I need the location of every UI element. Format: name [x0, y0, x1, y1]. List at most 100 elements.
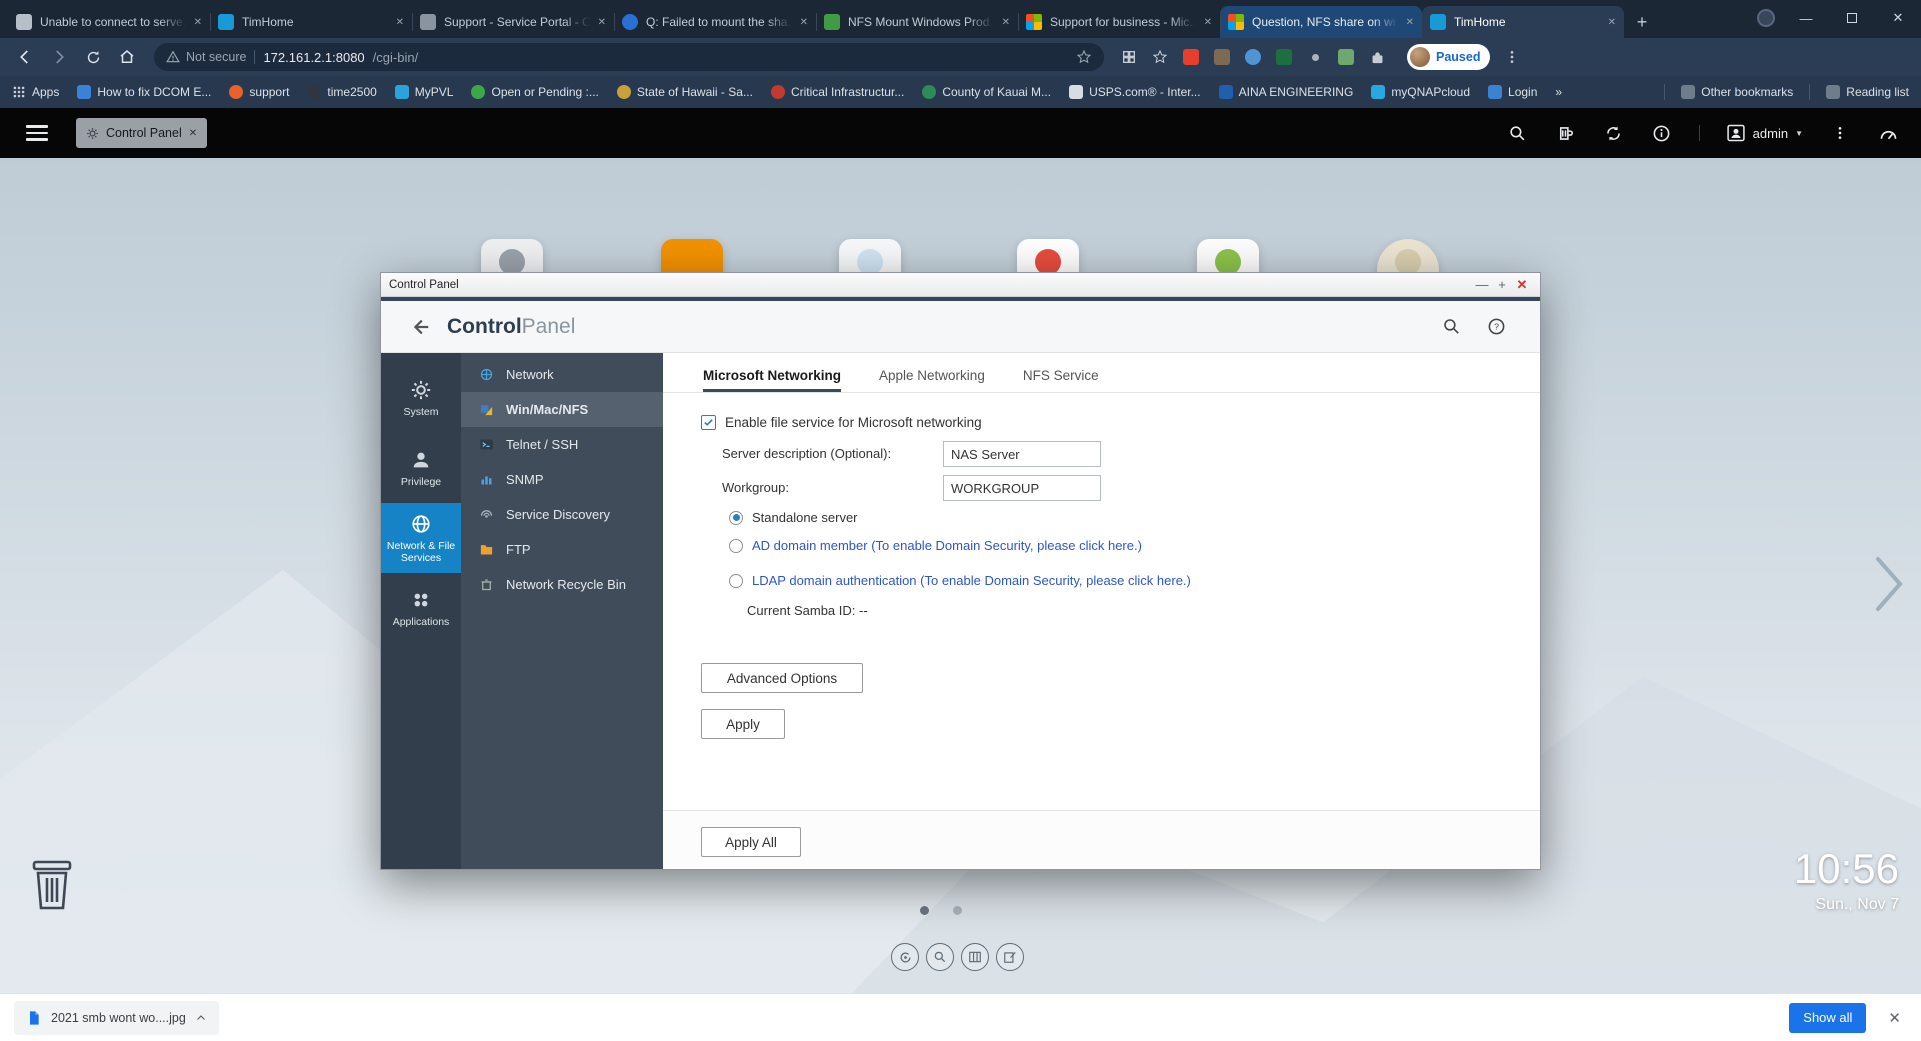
security-indicator[interactable]: Not secure [166, 50, 246, 64]
tab-close-icon[interactable]: ✕ [598, 17, 606, 28]
sidebar-item-applications[interactable]: Applications [381, 573, 461, 643]
background-tasks-icon[interactable] [1555, 122, 1577, 144]
menu-item-network[interactable]: Network [461, 357, 663, 392]
tab-nfs-service[interactable]: NFS Service [1023, 368, 1099, 392]
recycle-bin-icon[interactable] [28, 858, 76, 912]
dashboard-gauge-icon[interactable] [1877, 122, 1899, 144]
help-icon[interactable]: ? [1487, 317, 1506, 336]
acrobat-extension-icon[interactable] [1182, 48, 1200, 66]
server-description-input[interactable] [943, 441, 1101, 467]
browser-tab-active[interactable]: TimHome ✕ [1422, 6, 1624, 38]
bookmark-item[interactable]: support [229, 85, 289, 99]
forward-button[interactable] [44, 42, 74, 72]
reading-list-button[interactable]: Reading list [1826, 85, 1909, 99]
excel-extension-icon[interactable] [1275, 48, 1293, 66]
tab-close-icon[interactable]: ✕ [1406, 17, 1414, 28]
new-tab-button[interactable]: + [1628, 8, 1656, 36]
menu-item-snmp[interactable]: SNMP [461, 462, 663, 497]
bookmarks-overflow-chevron[interactable]: » [1555, 85, 1562, 99]
close-button[interactable]: ✕ [1512, 277, 1532, 293]
teams-extension-icon[interactable] [1244, 48, 1262, 66]
ldap-domain-label-link[interactable]: LDAP domain authentication (To enable Do… [752, 573, 1191, 588]
notifications-info-icon[interactable] [1651, 122, 1673, 144]
menu-item-win-mac-nfs[interactable]: Win/Mac/NFS [461, 392, 663, 427]
download-item[interactable]: 2021 smb wont wo....jpg [14, 1001, 219, 1035]
sidebar-item-privilege[interactable]: Privilege [381, 433, 461, 503]
standalone-server-radio[interactable] [729, 511, 743, 525]
menu-item-ftp[interactable]: FTP [461, 532, 663, 567]
menu-item-telnet-ssh[interactable]: Telnet / SSH [461, 427, 663, 462]
window-minimize-button[interactable]: — [1783, 0, 1829, 36]
search-icon[interactable] [1442, 317, 1461, 336]
wallet-extension-icon[interactable] [1213, 48, 1231, 66]
workgroup-input[interactable] [943, 475, 1101, 501]
reload-button[interactable] [78, 42, 108, 72]
bookmark-item[interactable]: USPS.com® - Inter... [1069, 85, 1201, 99]
menu-item-service-discovery[interactable]: Service Discovery [461, 497, 663, 532]
back-arrow-icon[interactable] [409, 316, 431, 338]
bookmark-item[interactable]: AINA ENGINEERING [1219, 85, 1354, 99]
apply-button[interactable]: Apply [701, 709, 785, 739]
bookmark-item[interactable]: Login [1488, 85, 1537, 99]
qnap-tab-close-icon[interactable]: ✕ [189, 128, 197, 139]
widgets-columns-icon[interactable] [961, 943, 989, 971]
menu-item-network-recycle-bin[interactable]: Network Recycle Bin [461, 567, 663, 602]
browser-tab[interactable]: Q: Failed to mount the sha... ✕ [614, 6, 816, 38]
bookmark-item[interactable]: MyPVL [395, 85, 454, 99]
more-options-icon[interactable] [1829, 122, 1851, 144]
sidebar-item-system[interactable]: System [381, 363, 461, 433]
tab-close-icon[interactable]: ✕ [396, 17, 404, 28]
caret-up-icon[interactable] [195, 1012, 207, 1024]
search-utility-icon[interactable] [926, 943, 954, 971]
extensions-puzzle-icon[interactable] [1368, 48, 1386, 66]
maximize-button[interactable]: + [1492, 277, 1512, 292]
minimize-button[interactable]: — [1472, 277, 1492, 292]
tab-apple-networking[interactable]: Apple Networking [879, 368, 985, 392]
photos-extension-icon[interactable] [1337, 48, 1355, 66]
tab-close-icon[interactable]: ✕ [1002, 17, 1010, 28]
star-extension-icon[interactable] [1151, 48, 1169, 66]
show-all-button[interactable]: Show all [1789, 1003, 1866, 1033]
browser-tab[interactable]: Support - Service Portal - C... ✕ [412, 6, 614, 38]
window-titlebar[interactable]: Control Panel — + ✕ [381, 273, 1540, 297]
main-menu-icon[interactable] [26, 125, 48, 141]
address-bar[interactable]: Not secure 172.161.2.1:8080/cgi-bin/ [154, 43, 1104, 71]
ldap-domain-radio[interactable] [729, 574, 743, 588]
chrome-menu-icon[interactable] [1503, 48, 1521, 66]
tab-microsoft-networking[interactable]: Microsoft Networking [703, 368, 841, 392]
search-icon[interactable] [1507, 122, 1529, 144]
enable-smb-checkbox[interactable] [701, 415, 716, 430]
bookmark-item[interactable]: State of Hawaii - Sa... [617, 85, 753, 99]
ad-domain-label-link[interactable]: AD domain member (To enable Domain Secur… [752, 538, 1142, 553]
back-button[interactable] [10, 42, 40, 72]
bookmark-item[interactable]: County of Kauai M... [922, 85, 1051, 99]
qsync-icon[interactable] [1603, 122, 1625, 144]
bookmark-item[interactable]: time2500 [307, 85, 376, 99]
advanced-options-button[interactable]: Advanced Options [701, 663, 863, 693]
sidebar-item-network-file-services[interactable]: Network & File Services [381, 503, 461, 573]
page-dot-active[interactable] [920, 906, 929, 915]
window-maximize-button[interactable] [1829, 0, 1875, 36]
qnap-app-tab-control-panel[interactable]: Control Panel ✕ [76, 118, 207, 148]
tab-close-icon[interactable]: ✕ [1204, 17, 1212, 28]
bookmark-item[interactable]: How to fix DCOM E... [77, 85, 211, 99]
apply-all-button[interactable]: Apply All [701, 827, 801, 857]
window-close-button[interactable]: ✕ [1875, 0, 1921, 36]
tab-grid-icon[interactable] [1120, 48, 1138, 66]
browser-tab[interactable]: TimHome ✕ [210, 6, 412, 38]
notes-pencil-icon[interactable] [996, 943, 1024, 971]
bookmark-star-icon[interactable] [1076, 49, 1092, 65]
browser-tab[interactable]: Support for business - Mic... ✕ [1018, 6, 1220, 38]
other-bookmarks-button[interactable]: Other bookmarks [1681, 85, 1793, 99]
bookmark-item[interactable]: myQNAPcloud [1371, 85, 1470, 99]
browser-tab[interactable]: NFS Mount Windows Prod... ✕ [816, 6, 1018, 38]
tab-close-icon[interactable]: ✕ [194, 17, 202, 28]
user-menu[interactable]: admin ▼ [1726, 123, 1803, 143]
bookmark-item[interactable]: Critical Infrastructur... [771, 85, 904, 99]
next-desktop-page-chevron[interactable] [1872, 553, 1906, 615]
dot-extension-icon[interactable] [1306, 48, 1324, 66]
titlebar-circle-icon[interactable] [1757, 9, 1775, 27]
bookmark-item[interactable]: Open or Pending :... [471, 85, 598, 99]
home-button[interactable] [112, 42, 142, 72]
download-bar-close-icon[interactable]: ✕ [1888, 1009, 1901, 1027]
